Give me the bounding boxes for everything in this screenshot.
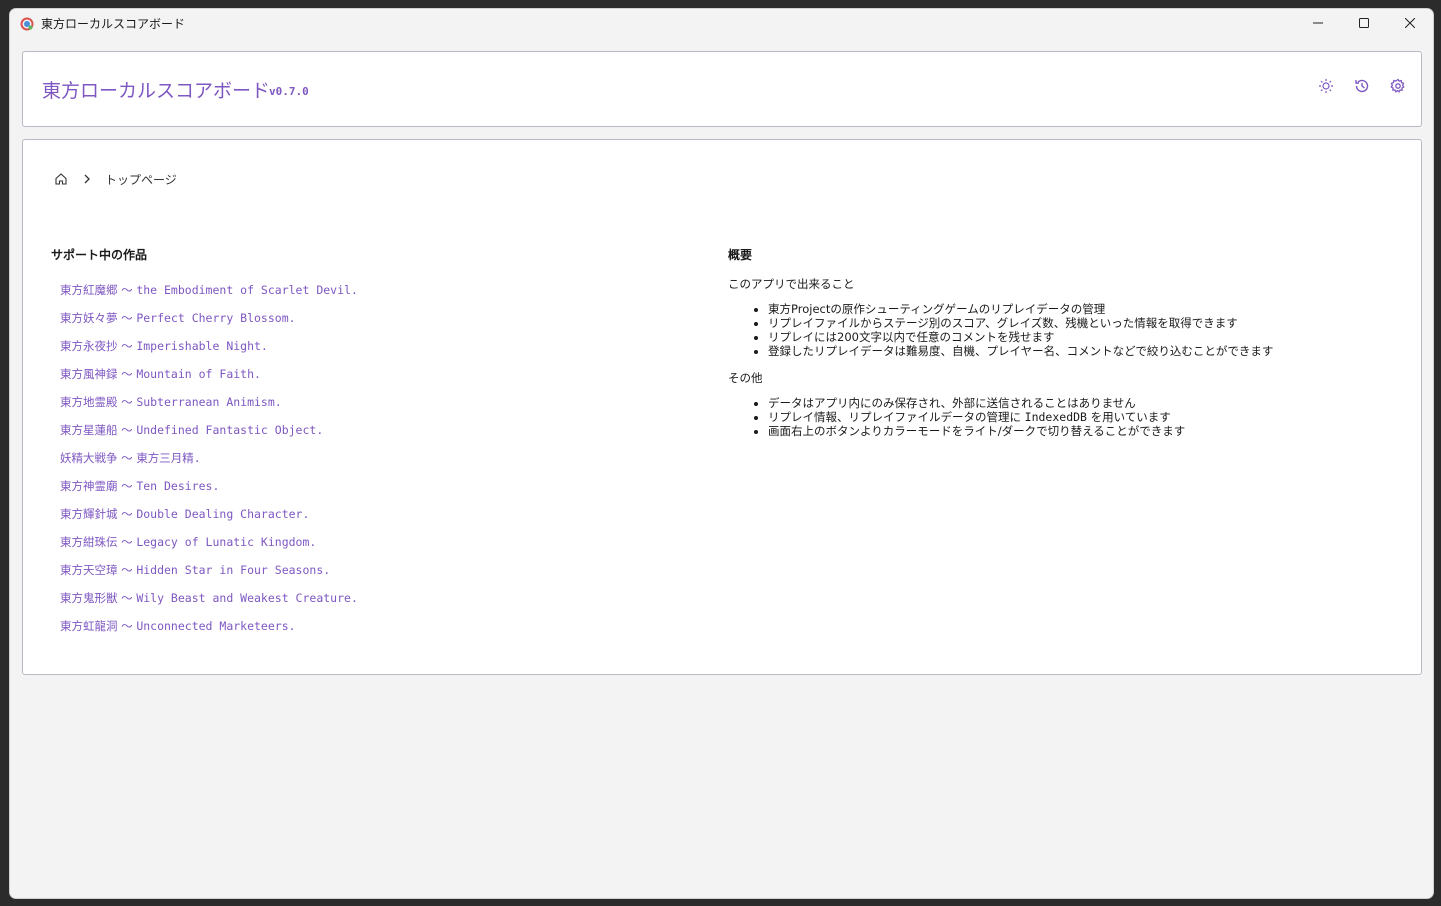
game-title-ja: 東方虹龍洞: [60, 619, 118, 633]
app-logo-icon: [20, 16, 34, 31]
game-title-separator: ～: [117, 423, 137, 437]
game-title-en: Hidden Star in Four Seasons.: [136, 563, 331, 577]
game-link[interactable]: 東方紅魔郷 ～ the Embodiment of Scarlet Devil.: [60, 282, 358, 310]
feature-item: リプレイには200文字以内で任意のコメントを残せます: [768, 330, 1408, 344]
game-title-ja: 妖精大戦争: [60, 451, 118, 465]
game-title-separator: ～: [117, 535, 137, 549]
feature-item: 登録したリプレイデータは難易度、自機、プレイヤー名、コメントなどで絞り込むことが…: [768, 344, 1408, 358]
game-link[interactable]: 東方輝針城 ～ Double Dealing Character.: [60, 506, 358, 534]
game-title-ja: 東方永夜抄: [60, 339, 118, 353]
game-title-en: Undefined Fantastic Object.: [136, 423, 324, 437]
game-title-separator: ～: [117, 311, 137, 325]
game-link[interactable]: 東方虹龍洞 ～ Unconnected Marketeers.: [60, 618, 358, 646]
features-list: 東方Projectの原作シューティングゲームのリプレイデータの管理リプレイファイ…: [728, 302, 1408, 358]
game-title-separator: ～: [117, 619, 137, 633]
game-link[interactable]: 東方鬼形獣 ～ Wily Beast and Weakest Creature.: [60, 590, 358, 618]
overview-section: このアプリで出来ること 東方Projectの原作シューティングゲームのリプレイデ…: [728, 276, 1408, 450]
game-link[interactable]: 東方永夜抄 ～ Imperishable Night.: [60, 338, 358, 366]
game-title-separator: ～: [117, 451, 137, 465]
window-title: 東方ローカルスコアボード: [41, 17, 186, 31]
supported-games-list: 東方紅魔郷 ～ the Embodiment of Scarlet Devil.…: [60, 282, 358, 646]
game-title-ja: 東方風神録: [60, 367, 118, 381]
supported-games-title: サポート中の作品: [51, 248, 148, 262]
minimize-button[interactable]: [1295, 9, 1341, 37]
game-title-en: Perfect Cherry Blossom.: [136, 311, 296, 325]
game-title-separator: ～: [117, 563, 137, 577]
game-title-en: Legacy of Lunatic Kingdom.: [136, 535, 317, 549]
game-title-separator: ～: [117, 479, 137, 493]
game-title-separator: ～: [117, 507, 137, 521]
history-icon: [1354, 78, 1370, 98]
game-link[interactable]: 東方風神録 ～ Mountain of Faith.: [60, 366, 358, 394]
game-title-en: the Embodiment of Scarlet Devil.: [136, 283, 358, 297]
game-title-ja: 東方神霊廟: [60, 479, 118, 493]
app-version: v0.7.0: [269, 85, 309, 98]
app-header: 東方ローカルスコアボード v0.7.0: [22, 51, 1422, 127]
app-title[interactable]: 東方ローカルスコアボード: [42, 76, 270, 103]
game-title-ja: 東方鬼形獣: [60, 591, 118, 605]
game-title-en: Subterranean Animism.: [136, 395, 282, 409]
game-link[interactable]: 東方地霊殿 ～ Subterranean Animism.: [60, 394, 358, 422]
feature-item: リプレイファイルからステージ別のスコア、グレイズ数、残機といった情報を取得できま…: [768, 316, 1408, 330]
game-title-separator: ～: [117, 591, 137, 605]
other-item-code: IndexedDB: [1024, 410, 1087, 424]
other-heading: その他: [728, 371, 763, 385]
breadcrumb: トップページ: [53, 169, 177, 189]
close-button[interactable]: [1387, 9, 1433, 37]
app-window: 東方ローカルスコアボード 東方ローカルスコアボード v0.7.0 トップページ …: [9, 8, 1434, 899]
other-item: リプレイ情報、リプレイファイルデータの管理に IndexedDB を用いています: [768, 410, 1408, 424]
other-item-text: リプレイ情報、リプレイファイルデータの管理に: [768, 410, 1025, 424]
game-title-en: Mountain of Faith.: [136, 367, 261, 381]
game-title-ja: 東方星蓮船: [60, 423, 118, 437]
game-title-ja: 東方紅魔郷: [60, 283, 118, 297]
game-title-separator: ～: [117, 395, 137, 409]
gear-icon: [1390, 78, 1406, 98]
settings-button[interactable]: [1388, 78, 1408, 98]
feature-item: 東方Projectの原作シューティングゲームのリプレイデータの管理: [768, 302, 1408, 316]
home-icon[interactable]: [53, 171, 69, 187]
game-title-en: Double Dealing Character.: [136, 507, 310, 521]
game-link[interactable]: 東方神霊廟 ～ Ten Desires.: [60, 478, 358, 506]
other-list: データはアプリ内にのみ保存され、外部に送信されることはありませんリプレイ情報、リ…: [728, 396, 1408, 438]
game-title-ja: 東方妖々夢: [60, 311, 118, 325]
game-title-ja: 東方地霊殿: [60, 395, 118, 409]
maximize-button[interactable]: [1341, 9, 1387, 37]
game-title-en: 東方三月精.: [136, 451, 201, 465]
other-item-text: を用いています: [1086, 410, 1171, 424]
main-content: トップページ サポート中の作品 東方紅魔郷 ～ the Embodiment o…: [22, 139, 1422, 675]
other-item: 画面右上のボタンよりカラーモードをライト/ダークで切り替えることができます: [768, 424, 1408, 438]
features-heading: このアプリで出来ること: [728, 277, 855, 291]
chevron-right-icon: [79, 171, 95, 187]
game-link[interactable]: 東方星蓮船 ～ Undefined Fantastic Object.: [60, 422, 358, 450]
game-title-separator: ～: [117, 367, 137, 381]
game-link[interactable]: 東方天空璋 ～ Hidden Star in Four Seasons.: [60, 562, 358, 590]
game-link[interactable]: 妖精大戦争 ～ 東方三月精.: [60, 450, 358, 478]
game-title-ja: 東方天空璋: [60, 563, 118, 577]
game-title-en: Wily Beast and Weakest Creature.: [136, 591, 358, 605]
history-button[interactable]: [1352, 78, 1372, 98]
game-title-ja: 東方紺珠伝: [60, 535, 118, 549]
title-bar: 東方ローカルスコアボード: [10, 9, 1433, 37]
breadcrumb-current: トップページ: [105, 172, 177, 187]
game-title-ja: 東方輝針城: [60, 507, 118, 521]
other-item: データはアプリ内にのみ保存され、外部に送信されることはありません: [768, 396, 1408, 410]
game-title-en: Imperishable Night.: [136, 339, 268, 353]
overview-title: 概要: [728, 248, 753, 262]
game-title-separator: ～: [117, 339, 137, 353]
sun-icon: [1318, 78, 1334, 98]
game-link[interactable]: 東方紺珠伝 ～ Legacy of Lunatic Kingdom.: [60, 534, 358, 562]
theme-toggle-button[interactable]: [1316, 78, 1336, 98]
game-title-en: Ten Desires.: [136, 479, 220, 493]
game-title-en: Unconnected Marketeers.: [136, 619, 296, 633]
game-title-separator: ～: [117, 283, 137, 297]
game-link[interactable]: 東方妖々夢 ～ Perfect Cherry Blossom.: [60, 310, 358, 338]
